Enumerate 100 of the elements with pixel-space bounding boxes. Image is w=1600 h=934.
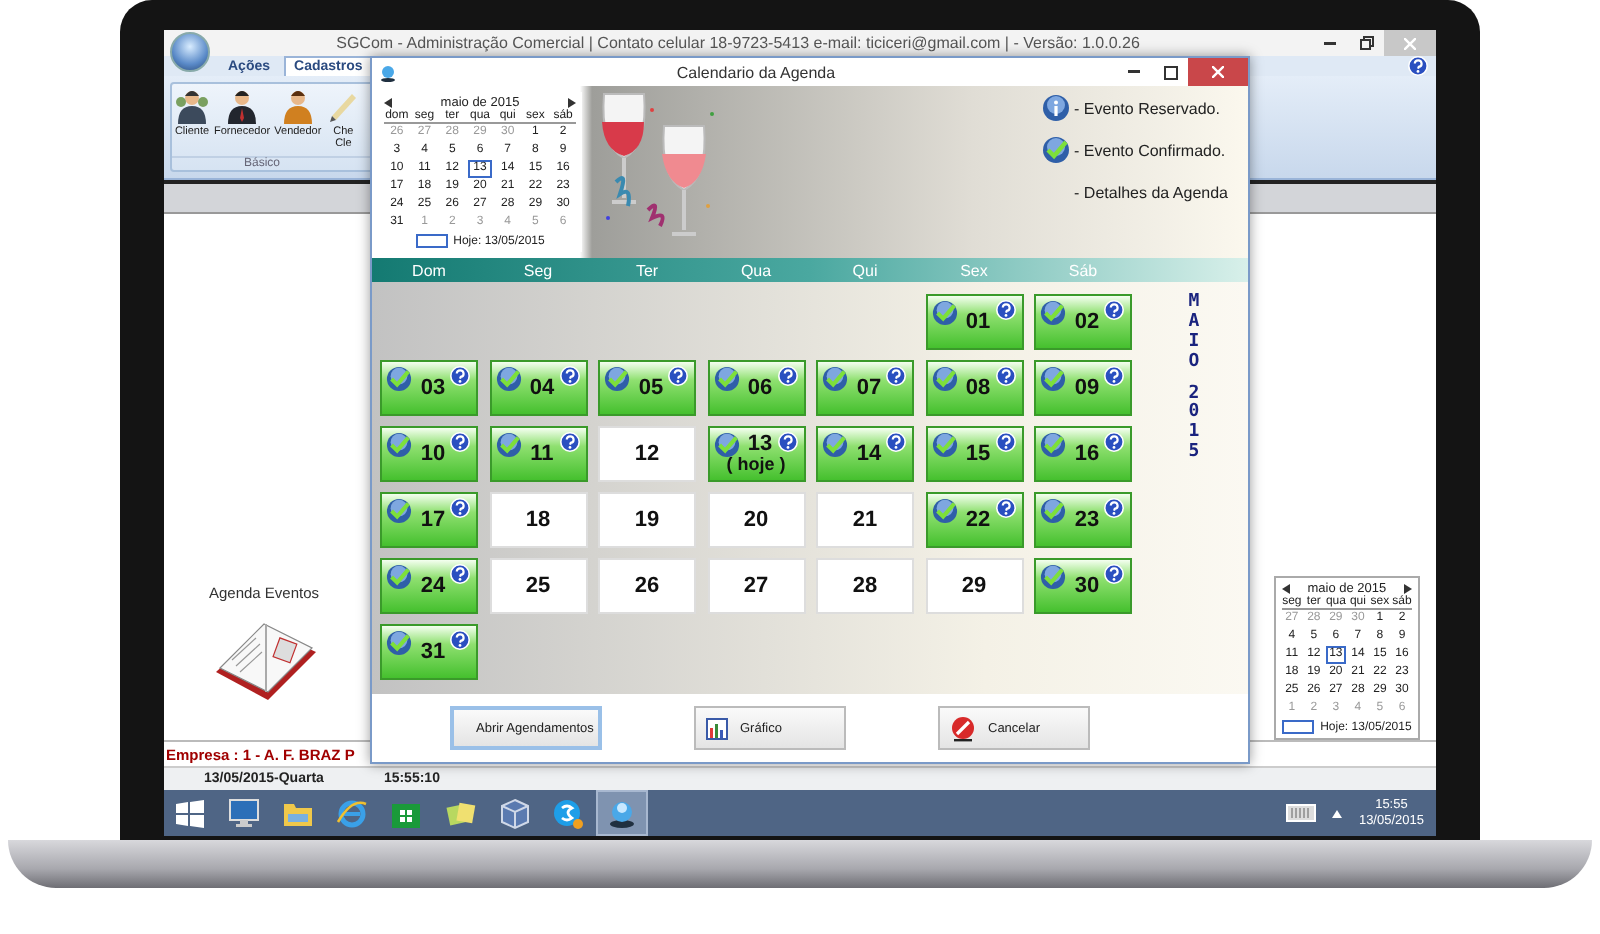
weekday-label: Ter [633,261,661,279]
check-badge-icon [822,366,848,392]
weekday-label: Sex [958,261,990,279]
close-button[interactable] [1188,58,1248,86]
windows-logo-icon[interactable] [176,799,204,827]
day-cell[interactable]: 18 [489,492,587,548]
bar-chart-icon [706,717,728,739]
minimize-icon [1324,41,1336,45]
event-day-cell[interactable]: 17 [380,492,478,548]
previous-month-icon[interactable] [1281,584,1290,594]
check-badge-icon [1040,564,1066,590]
day-cell[interactable]: 19 [598,492,696,548]
event-day-cell[interactable]: 22 [925,492,1023,548]
event-day-cell[interactable]: 30 [1034,558,1132,614]
help-icon[interactable] [1104,366,1124,386]
event-day-cell[interactable]: 24 [380,558,478,614]
event-day-cell[interactable]: 06 [707,360,805,416]
event-day-cell[interactable]: 31 [380,624,478,680]
cube-icon[interactable] [499,797,529,829]
event-day-cell[interactable]: 23 [1034,492,1132,548]
close-icon [1212,66,1224,78]
check-badge-icon [713,432,739,458]
day-cell[interactable]: 21 [816,492,914,548]
dialog-title: Calendario da Agenda [674,63,838,81]
next-month-icon[interactable] [1403,584,1412,594]
help-icon[interactable] [886,366,906,386]
event-day-cell[interactable]: 13 ( hoje ) [707,426,805,482]
check-badge-icon [604,366,630,392]
weekday-label: Qui [850,261,880,279]
check-badge-icon [931,300,957,326]
check-badge-icon [495,432,521,458]
event-day-cell[interactable]: 10 [380,426,478,482]
help-icon[interactable] [450,498,470,518]
event-day-cell[interactable]: 14 [816,426,914,482]
previous-month-icon[interactable] [384,98,392,108]
weekday-label: Seg [521,261,555,279]
info-icon [1042,94,1071,122]
day-cell[interactable]: 28 [816,558,914,614]
event-day-cell[interactable]: 08 [925,360,1023,416]
salesperson-icon [279,88,316,124]
app-orb-icon [380,63,396,81]
day-cell[interactable]: 26 [598,558,696,614]
help-icon[interactable] [777,432,797,452]
legend-label: - Evento Confirmado. [1074,141,1226,159]
event-day-cell[interactable]: 09 [1034,360,1132,416]
event-day-cell[interactable]: 11 [489,426,587,482]
help-icon[interactable] [450,432,470,452]
tray-arrow-icon[interactable] [1332,809,1343,817]
event-day-cell[interactable]: 05 [598,360,696,416]
check-badge-icon [1040,498,1066,524]
day-cell[interactable]: 27 [707,558,805,614]
help-icon[interactable] [995,432,1015,452]
legend-label: - Detalhes da Agenda [1074,183,1228,201]
legend-label: - Evento Reservado. [1074,99,1220,117]
check-badge-icon [386,498,412,524]
event-day-cell[interactable]: 07 [816,360,914,416]
cancel-icon [950,715,976,741]
event-day-cell[interactable]: 03 [380,360,478,416]
help-icon[interactable] [668,366,688,386]
people-icon [174,88,210,124]
event-day-cell[interactable]: 04 [489,360,587,416]
check-badge-icon [1040,366,1066,392]
help-icon[interactable] [559,432,579,452]
weekday-label: Qua [738,261,774,279]
help-icon[interactable] [886,432,906,452]
browser-e-icon[interactable] [336,797,368,829]
help-icon[interactable] [995,300,1015,320]
next-month-icon[interactable] [567,98,576,108]
help-icon[interactable] [450,630,470,650]
app-orb-icon[interactable] [606,797,638,829]
day-cell[interactable]: 29 [925,558,1023,614]
notes-icon[interactable] [445,799,475,827]
today-marker [1282,720,1315,734]
help-icon[interactable] [995,366,1015,386]
help-icon[interactable] [450,564,470,584]
event-day-cell[interactable]: 16 [1034,426,1132,482]
day-cell[interactable]: 25 [489,558,587,614]
keyboard-icon[interactable] [1286,804,1317,822]
event-day-cell[interactable]: 02 [1034,294,1132,350]
help-icon[interactable] [1104,564,1124,584]
help-icon[interactable] [1104,432,1124,452]
help-icon[interactable] [450,366,470,386]
month-label: MAIO [1186,294,1202,374]
help-icon[interactable] [1408,56,1428,76]
check-badge-icon [931,366,957,392]
help-icon[interactable] [559,366,579,386]
event-day-cell[interactable]: 01 [925,294,1023,350]
window-title: SGCom - Administração Comercial | Contato celular 18-9723-5413 e-mail: ticiceri@gmail.com | - Versão: 1.0.0.26 [334,34,1142,52]
day-cell[interactable]: 20 [707,492,805,548]
help-icon[interactable] [995,498,1015,518]
year-label: 2015 [1186,385,1202,465]
folder-icon[interactable] [282,799,314,827]
help-icon[interactable] [777,366,797,386]
event-day-cell[interactable]: 15 [925,426,1023,482]
help-icon[interactable] [1104,300,1124,320]
monitor-icon[interactable] [228,798,260,828]
check-badge-icon [713,366,739,392]
day-cell[interactable]: 12 [598,426,696,482]
check-badge-icon [1040,300,1066,326]
help-icon[interactable] [1104,498,1124,518]
